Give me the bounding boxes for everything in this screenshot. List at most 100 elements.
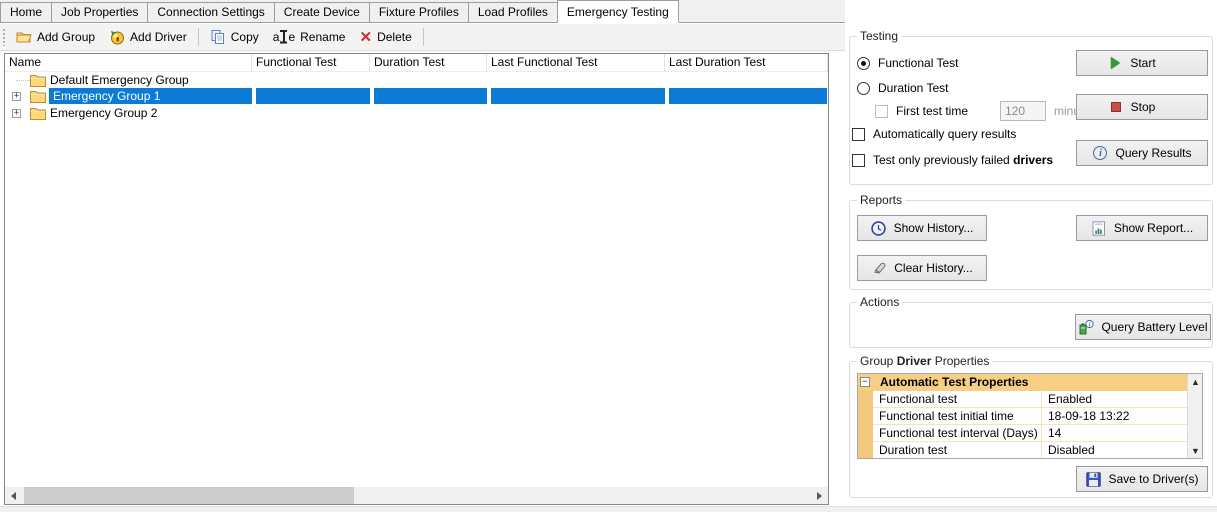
- scroll-right-arrow[interactable]: [811, 487, 828, 504]
- selected-cell-functional-test[interactable]: [256, 88, 370, 104]
- first-test-time-checkbox[interactable]: [875, 105, 888, 118]
- right-panel: Testing Functional Test Duration Test Fi…: [845, 0, 1217, 506]
- copy-icon: [210, 29, 226, 45]
- tab-fixture-profiles[interactable]: Fixture Profiles: [369, 2, 469, 22]
- folder-icon: [30, 90, 46, 103]
- clock-icon: [871, 220, 887, 236]
- tree-row-emergency-group-1[interactable]: + Emergency Group 1: [5, 88, 828, 105]
- property-value[interactable]: Disabled: [1041, 442, 1189, 459]
- start-play-icon: [1107, 55, 1123, 71]
- selected-cell-last-functional-test[interactable]: [491, 88, 665, 104]
- scrollbar-thumb[interactable]: [24, 487, 354, 504]
- tree-row-emergency-group-2[interactable]: + Emergency Group 2: [5, 105, 828, 122]
- expand-plus-icon[interactable]: +: [12, 109, 21, 118]
- selected-cell-last-duration-test[interactable]: [669, 88, 827, 104]
- auto-query-label: Automatically query results: [873, 127, 1016, 141]
- functional-test-radio[interactable]: [857, 57, 870, 70]
- tab-create-device[interactable]: Create Device: [274, 2, 370, 22]
- functional-test-radio-label: Functional Test: [878, 56, 959, 70]
- property-grid: Automatic Test Properties − Functional t…: [857, 373, 1203, 459]
- clear-history-button[interactable]: Clear History...: [857, 255, 987, 281]
- auto-query-row[interactable]: Automatically query results: [852, 127, 1016, 141]
- property-row-duration-test[interactable]: Duration test Disabled: [873, 442, 1189, 459]
- duration-test-radio-label: Duration Test: [878, 81, 948, 95]
- rename-label: Rename: [300, 30, 345, 44]
- folder-icon: [30, 107, 46, 120]
- start-button[interactable]: Start: [1076, 50, 1208, 76]
- first-test-time-row: First test time minutes: [875, 101, 1096, 121]
- tree-horizontal-scrollbar[interactable]: [5, 487, 828, 504]
- show-history-button[interactable]: Show History...: [857, 215, 987, 241]
- emergency-groups-tree: Name Functional Test Duration Test Last …: [4, 53, 829, 505]
- stop-button[interactable]: Stop: [1076, 94, 1208, 120]
- property-value[interactable]: Enabled: [1041, 391, 1189, 408]
- delete-button[interactable]: ✕ Delete: [352, 27, 418, 48]
- failed-only-label: Test only previously failed drivers: [873, 153, 1053, 167]
- scroll-up-arrow[interactable]: ▲: [1188, 374, 1203, 389]
- tab-job-properties[interactable]: Job Properties: [51, 2, 148, 22]
- property-row-functional-test-interval[interactable]: Functional test interval (Days) 14: [873, 425, 1189, 442]
- property-value[interactable]: 14: [1041, 425, 1189, 442]
- selected-cell-name[interactable]: Emergency Group 1: [49, 88, 252, 104]
- save-to-drivers-label: Save to Driver(s): [1108, 472, 1198, 486]
- add-driver-button[interactable]: Add Driver: [102, 26, 194, 48]
- collapse-minus-icon[interactable]: −: [860, 377, 870, 387]
- toolbar-separator: [198, 28, 199, 46]
- tab-emergency-testing[interactable]: Emergency Testing: [557, 0, 679, 23]
- column-header-duration-test[interactable]: Duration Test: [370, 54, 487, 72]
- start-button-label: Start: [1130, 56, 1155, 70]
- failed-only-checkbox[interactable]: [852, 154, 865, 167]
- eraser-icon: [871, 260, 887, 276]
- duration-test-radio-row[interactable]: Duration Test: [857, 81, 948, 95]
- add-driver-icon: [109, 29, 125, 45]
- folder-icon: [30, 74, 46, 87]
- functional-test-radio-row[interactable]: Functional Test: [857, 56, 959, 70]
- failed-only-row[interactable]: Test only previously failed drivers: [852, 153, 1053, 167]
- query-results-button[interactable]: i Query Results: [1076, 140, 1208, 166]
- reports-group-title: Reports: [857, 193, 905, 207]
- property-grid-scrollbar[interactable]: ▲ ▼: [1187, 374, 1202, 458]
- group-driver-properties-title: Group Driver Properties: [857, 354, 992, 368]
- toolbar-separator-2: [423, 28, 424, 46]
- tab-connection-settings[interactable]: Connection Settings: [147, 2, 274, 22]
- tree-row-label: Emergency Group 1: [53, 89, 160, 103]
- query-battery-level-button[interactable]: i Query Battery Level: [1075, 314, 1211, 340]
- auto-query-checkbox[interactable]: [852, 128, 865, 141]
- show-report-button[interactable]: Show Report...: [1076, 215, 1208, 241]
- stop-button-label: Stop: [1131, 100, 1156, 114]
- tab-home[interactable]: Home: [0, 2, 52, 22]
- actions-group-title: Actions: [857, 295, 902, 309]
- selected-cell-duration-test[interactable]: [374, 88, 487, 104]
- tree-header-row: Name Functional Test Duration Test Last …: [5, 54, 828, 72]
- toolbar-grip[interactable]: [3, 29, 5, 46]
- add-driver-label: Add Driver: [130, 30, 187, 44]
- rename-button[interactable]: ae Rename: [266, 27, 353, 47]
- first-test-time-label: First test time: [896, 104, 968, 118]
- property-name: Functional test: [879, 391, 957, 407]
- property-category-header[interactable]: Automatic Test Properties: [858, 374, 1189, 391]
- bottom-strip: [0, 506, 1217, 512]
- column-header-last-duration-test[interactable]: Last Duration Test: [665, 54, 828, 72]
- scroll-left-arrow[interactable]: [5, 487, 22, 504]
- tab-load-profiles[interactable]: Load Profiles: [468, 2, 558, 22]
- query-results-button-label: Query Results: [1115, 146, 1191, 160]
- column-header-functional-test[interactable]: Functional Test: [252, 54, 370, 72]
- property-name: Functional test interval (Days): [879, 425, 1038, 441]
- expand-plus-icon[interactable]: +: [12, 92, 21, 101]
- tree-row-default-emergency-group[interactable]: Default Emergency Group: [5, 72, 828, 89]
- info-icon: i: [1092, 145, 1108, 161]
- save-to-drivers-button[interactable]: Save to Driver(s): [1076, 466, 1208, 492]
- tree-row-label: Emergency Group 2: [50, 105, 157, 121]
- column-header-last-functional-test[interactable]: Last Functional Test: [487, 54, 665, 72]
- duration-test-radio[interactable]: [857, 82, 870, 95]
- add-group-button[interactable]: Add Group: [9, 26, 102, 48]
- clear-history-label: Clear History...: [894, 261, 972, 275]
- property-row-functional-test[interactable]: Functional test Enabled: [873, 391, 1189, 408]
- property-row-functional-test-initial-time[interactable]: Functional test initial time 18-09-18 13…: [873, 408, 1189, 425]
- first-test-time-input[interactable]: [1000, 101, 1046, 121]
- copy-button[interactable]: Copy: [203, 26, 266, 48]
- scroll-down-arrow[interactable]: ▼: [1188, 443, 1203, 458]
- add-group-label: Add Group: [37, 30, 95, 44]
- column-header-name[interactable]: Name: [5, 54, 252, 72]
- property-value[interactable]: 18-09-18 13:22: [1041, 408, 1189, 425]
